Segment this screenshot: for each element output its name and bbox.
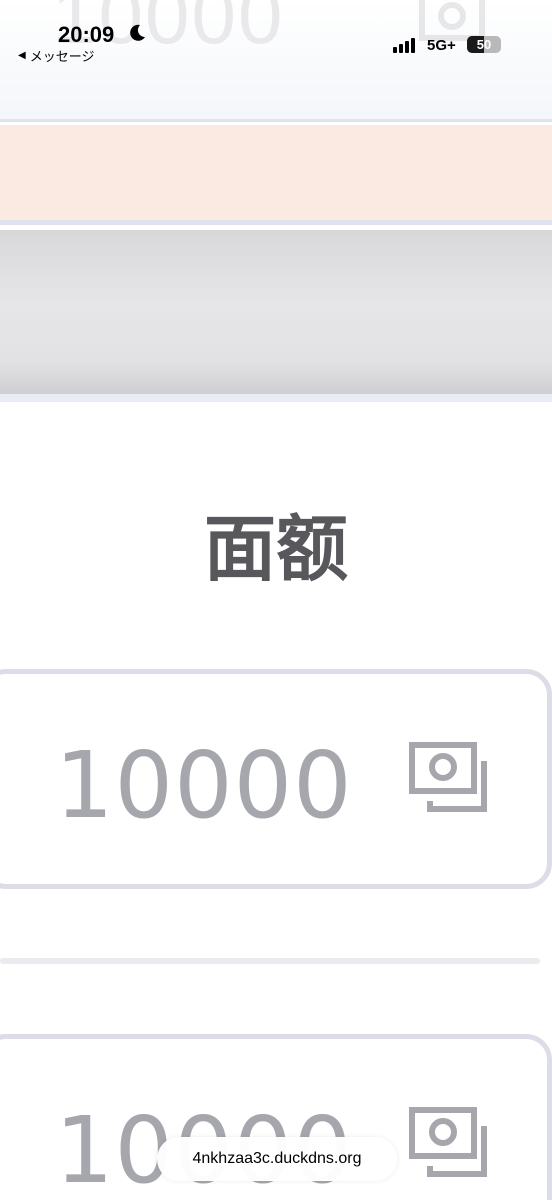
amount-option[interactable]: 10000 [0,669,552,889]
banknote-icon [409,742,487,812]
back-to-app[interactable]: ◀ メッセージ [18,46,94,65]
url-bar[interactable]: 4nkhzaa3c.duckdns.org [157,1137,397,1181]
clock: 20:09 [58,22,115,47]
status-bar: 20:09 ◀ メッセージ 5G+ 50 [0,0,552,70]
signal-icon [393,38,415,53]
back-label: メッセージ [29,49,95,64]
battery-percent: 50 [476,37,492,52]
moon-icon [130,24,145,41]
peach-banner [0,125,552,225]
divider [0,958,540,964]
section-title: 面额 [203,507,348,591]
network-type: 5G+ [427,37,456,54]
amount-value: 10000 [55,732,353,839]
back-arrow-icon: ◀ [18,50,26,61]
gray-banner [0,230,552,402]
banknote-icon [409,1107,487,1177]
battery-icon: 50 [467,36,501,53]
